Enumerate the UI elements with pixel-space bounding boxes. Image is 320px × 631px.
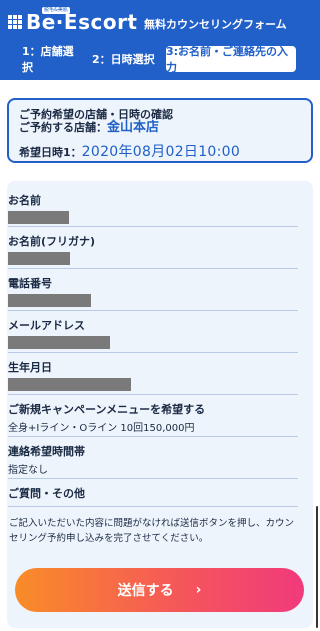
field-value: 全身+Iライン・Oライン 10回150,000円 xyxy=(8,423,195,434)
chevron-right-icon: › xyxy=(195,582,202,598)
field-label: メールアドレス xyxy=(8,319,85,332)
field-questions: ご質問・その他 xyxy=(8,485,298,501)
field-label: 生年月日 xyxy=(8,361,52,374)
field-name-kana: お名前(フリガナ) xyxy=(8,233,298,265)
field-value: 指定なし xyxy=(8,465,48,476)
divider xyxy=(8,268,298,269)
shop-label: ご予約する店舗： xyxy=(19,121,107,134)
shop-name: 金山本店 xyxy=(107,120,160,135)
scrollbar[interactable] xyxy=(316,506,318,628)
field-email: メールアドレス xyxy=(8,317,298,349)
divider xyxy=(8,226,298,227)
field-name: お名前 xyxy=(8,192,298,224)
divider xyxy=(8,506,298,507)
redacted-value xyxy=(8,378,131,391)
reservation-confirm-box: ご予約希望の店舗・日時の確認 ご予約する店舗：金山本店 希望日時1：2020年0… xyxy=(7,98,313,163)
grid-logo-icon xyxy=(8,15,22,29)
step-contact-active: 3:お名前・ご連絡先の入力 xyxy=(166,45,296,74)
field-campaign-menu: ご新規キャンペーンメニューを希望する 全身+Iライン・Oライン 10回150,0… xyxy=(8,401,298,434)
confirm-title: ご予約希望の店舗・日時の確認 xyxy=(19,108,173,121)
field-phone: 電話番号 xyxy=(8,275,298,307)
field-label: ご新規キャンペーンメニューを希望する xyxy=(8,403,206,416)
brand-tag: 脱毛&美肌 xyxy=(42,7,70,14)
header-bar: 脱毛&美肌 Be·Escort 無料カウンセリングフォーム 1：店舗選択 2：日… xyxy=(0,0,320,80)
divider xyxy=(8,310,298,311)
field-label: 連絡希望時間帯 xyxy=(8,445,85,458)
step-shop[interactable]: 1：店舗選択 xyxy=(0,43,80,75)
redacted-value xyxy=(8,336,110,349)
step-datetime[interactable]: 2：日時選択 xyxy=(80,51,162,67)
redacted-value xyxy=(8,252,70,265)
confirm-shop-row: ご予約する店舗：金山本店 xyxy=(19,121,301,135)
date-label: 希望日時1： xyxy=(19,146,82,159)
divider xyxy=(8,478,298,479)
date-value: 2020年08月02日10:00 xyxy=(81,144,241,160)
submit-note: ご記入いただいた内容に問題がなければ送信ボタンを押し、カウンセリング予約申し込み… xyxy=(9,518,295,544)
submit-label: 送信する xyxy=(117,583,174,599)
field-label: ご質問・その他 xyxy=(8,487,85,500)
confirm-date-row: 希望日時1：2020年08月02日10:00 xyxy=(19,141,301,161)
field-label: 電話番号 xyxy=(8,277,52,290)
submit-button[interactable]: 送信する › xyxy=(15,568,304,612)
divider xyxy=(8,436,298,437)
field-birthdate: 生年月日 xyxy=(8,359,298,391)
field-contact-time: 連絡希望時間帯 指定なし xyxy=(8,443,298,476)
field-label: お名前(フリガナ) xyxy=(8,235,96,248)
redacted-value xyxy=(8,211,69,224)
redacted-value xyxy=(8,294,91,307)
logo[interactable]: 脱毛&美肌 Be·Escort xyxy=(8,7,138,36)
divider xyxy=(8,394,298,395)
field-label: お名前 xyxy=(8,194,41,207)
step-indicator: 1：店舗選択 2：日時選択 3:お名前・ご連絡先の入力 xyxy=(0,42,320,76)
divider xyxy=(8,352,298,353)
header-subtitle: 無料カウンセリングフォーム xyxy=(144,18,287,31)
